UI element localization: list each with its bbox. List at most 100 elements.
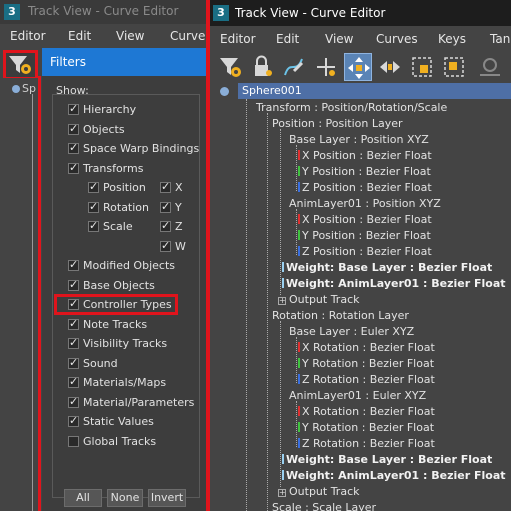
tree-node-label: AnimLayer01 : Euler XYZ xyxy=(289,389,427,402)
filters-button[interactable] xyxy=(3,50,38,80)
tree-node-label: Z Position : Bezier Float xyxy=(302,245,432,258)
scale-keys-icon xyxy=(412,57,432,77)
checkbox-space-warp-bindings[interactable]: Space Warp Bindings xyxy=(68,141,199,155)
checkbox-visibility-tracks[interactable]: Visibility Tracks xyxy=(68,336,167,350)
checkbox-checked-icon xyxy=(88,180,99,193)
expand-plus-icon[interactable]: + xyxy=(278,489,286,497)
expand-plus-icon[interactable]: + xyxy=(278,297,286,305)
checkbox-checked-icon xyxy=(160,219,171,232)
tree-line xyxy=(296,337,297,383)
filter-all-button[interactable]: All xyxy=(64,489,102,507)
tree-node[interactable]: Z Position : Bezier Float xyxy=(298,181,432,194)
tree-node-weight[interactable]: Weight: Base Layer : Bezier Float xyxy=(282,261,492,274)
tree-node[interactable]: X Rotation : Bezier Float xyxy=(298,341,435,354)
tree-root-sphere001[interactable]: Sphere001 xyxy=(238,83,511,99)
tree-node-label: Y Rotation : Bezier Float xyxy=(302,357,435,370)
tree-node[interactable]: Z Position : Bezier Float xyxy=(298,245,432,258)
checkbox-material-parameters[interactable]: Material/Parameters xyxy=(68,395,194,409)
tree-connector-line xyxy=(32,94,33,511)
tree-node[interactable]: AnimLayer01 : Euler XYZ xyxy=(289,389,426,402)
left-tree-root-label[interactable]: Sp xyxy=(22,82,36,95)
checkbox-checked-icon xyxy=(68,122,79,135)
tree-node[interactable]: Y Position : Bezier Float xyxy=(298,229,431,242)
checkbox-static-values[interactable]: Static Values xyxy=(68,414,154,428)
move-keys-button[interactable] xyxy=(344,53,372,81)
tree-node[interactable]: Transform : Position/Rotation/Scale xyxy=(256,101,447,114)
right-window-title: Track View - Curve Editor xyxy=(235,6,386,20)
menu-editor[interactable]: Editor xyxy=(10,29,46,43)
checkbox-materials-maps[interactable]: Materials/Maps xyxy=(68,375,166,389)
checkbox-transforms[interactable]: Transforms xyxy=(68,161,143,175)
y-axis-marker-icon xyxy=(298,230,300,240)
left-title-bar: 3 Track View - Curve Editor xyxy=(0,0,206,24)
tree-node-label: Rotation : Rotation Layer xyxy=(272,309,409,322)
checkbox-checked-icon xyxy=(68,141,79,154)
menu-edit[interactable]: Edit xyxy=(68,29,91,43)
filter-none-button[interactable]: None xyxy=(107,489,143,507)
tangent-tool-button[interactable] xyxy=(476,53,504,81)
checkbox-base-objects[interactable]: Base Objects xyxy=(68,278,155,292)
tree-node[interactable]: Rotation : Rotation Layer xyxy=(272,309,409,322)
checkbox-axis-z[interactable]: Z xyxy=(160,219,183,233)
checkbox-axis-w[interactable]: W xyxy=(160,239,186,253)
checkbox-position[interactable]: Position xyxy=(88,180,146,194)
lock-selection-button[interactable] xyxy=(248,53,276,81)
menu-view[interactable]: View xyxy=(116,29,144,43)
menu-keys[interactable]: Keys xyxy=(438,32,466,46)
checkbox-rotation[interactable]: Rotation xyxy=(88,200,149,214)
tree-node-weight[interactable]: Weight: AnimLayer01 : Bezier Float xyxy=(282,469,506,482)
checkbox-hierarchy[interactable]: Hierarchy xyxy=(68,102,136,116)
tree-node[interactable]: Z Rotation : Bezier Float xyxy=(298,437,435,450)
filter-funnel-icon xyxy=(220,58,241,77)
checkbox-global-tracks[interactable]: Global Tracks xyxy=(68,435,156,448)
checkbox-note-tracks[interactable]: Note Tracks xyxy=(68,317,147,331)
checkbox-modified-objects[interactable]: Modified Objects xyxy=(68,258,175,272)
scale-values-button[interactable] xyxy=(440,53,468,81)
checkbox-axis-x[interactable]: X xyxy=(160,180,183,194)
menu-view[interactable]: View xyxy=(325,32,353,46)
left-tree-column: Sp xyxy=(0,78,42,511)
tree-node[interactable]: Y Rotation : Bezier Float xyxy=(298,357,434,370)
menu-curves[interactable]: Curves xyxy=(170,29,206,43)
draw-curves-button[interactable] xyxy=(280,53,308,81)
right-title-bar: 3 Track View - Curve Editor xyxy=(210,0,511,26)
tree-node[interactable]: Base Layer : Position XYZ xyxy=(289,133,429,146)
z-axis-marker-icon xyxy=(298,182,300,192)
tree-node[interactable]: Position : Position Layer xyxy=(272,117,403,130)
checkbox-label: Modified Objects xyxy=(83,259,175,272)
tree-node[interactable]: + Output Track xyxy=(278,485,360,498)
menu-tangents[interactable]: Tan xyxy=(490,32,510,46)
menu-curves[interactable]: Curves xyxy=(376,32,418,46)
menu-editor[interactable]: Editor xyxy=(220,32,256,46)
tree-node[interactable]: Base Layer : Euler XYZ xyxy=(289,325,414,338)
tree-node[interactable]: X Position : Bezier Float xyxy=(298,213,432,226)
tree-node-label: Y Rotation : Bezier Float xyxy=(302,421,435,434)
checkbox-objects[interactable]: Objects xyxy=(68,122,125,136)
tree-node[interactable]: X Position : Bezier Float xyxy=(298,149,432,162)
scale-keys-button[interactable] xyxy=(408,53,436,81)
tree-node[interactable]: Z Rotation : Bezier Float xyxy=(298,373,435,386)
checkbox-label: Position xyxy=(103,181,146,194)
slide-keys-button[interactable] xyxy=(376,53,404,81)
checkbox-sound[interactable]: Sound xyxy=(68,356,118,370)
tree-node-weight[interactable]: Weight: AnimLayer01 : Bezier Float xyxy=(282,277,506,290)
tree-node[interactable]: AnimLayer01 : Position XYZ xyxy=(289,197,441,210)
checkbox-scale[interactable]: Scale xyxy=(88,219,133,233)
checkbox-label: W xyxy=(175,240,186,253)
tree-node[interactable]: X Rotation : Bezier Float xyxy=(298,405,435,418)
app-3ds-icon: 3 xyxy=(4,4,20,20)
tree-node[interactable]: Scale : Scale Layer xyxy=(272,501,376,511)
filter-invert-button[interactable]: Invert xyxy=(148,489,186,507)
tree-node-weight[interactable]: Weight: Base Layer : Bezier Float xyxy=(282,453,492,466)
tree-node[interactable]: + Output Track xyxy=(278,293,360,306)
tree-node-label: Output Track xyxy=(289,485,360,498)
menu-edit[interactable]: Edit xyxy=(276,32,299,46)
annotation-controller-types-highlight xyxy=(54,294,178,315)
tree-node[interactable]: Y Position : Bezier Float xyxy=(298,165,431,178)
tree-node[interactable]: Y Rotation : Bezier Float xyxy=(298,421,434,434)
filters-tool-button[interactable] xyxy=(216,53,244,81)
checkbox-label: Sound xyxy=(83,357,118,370)
checkbox-axis-y[interactable]: Y xyxy=(160,200,182,214)
tree-line xyxy=(280,321,281,487)
add-keys-button[interactable] xyxy=(312,53,340,81)
